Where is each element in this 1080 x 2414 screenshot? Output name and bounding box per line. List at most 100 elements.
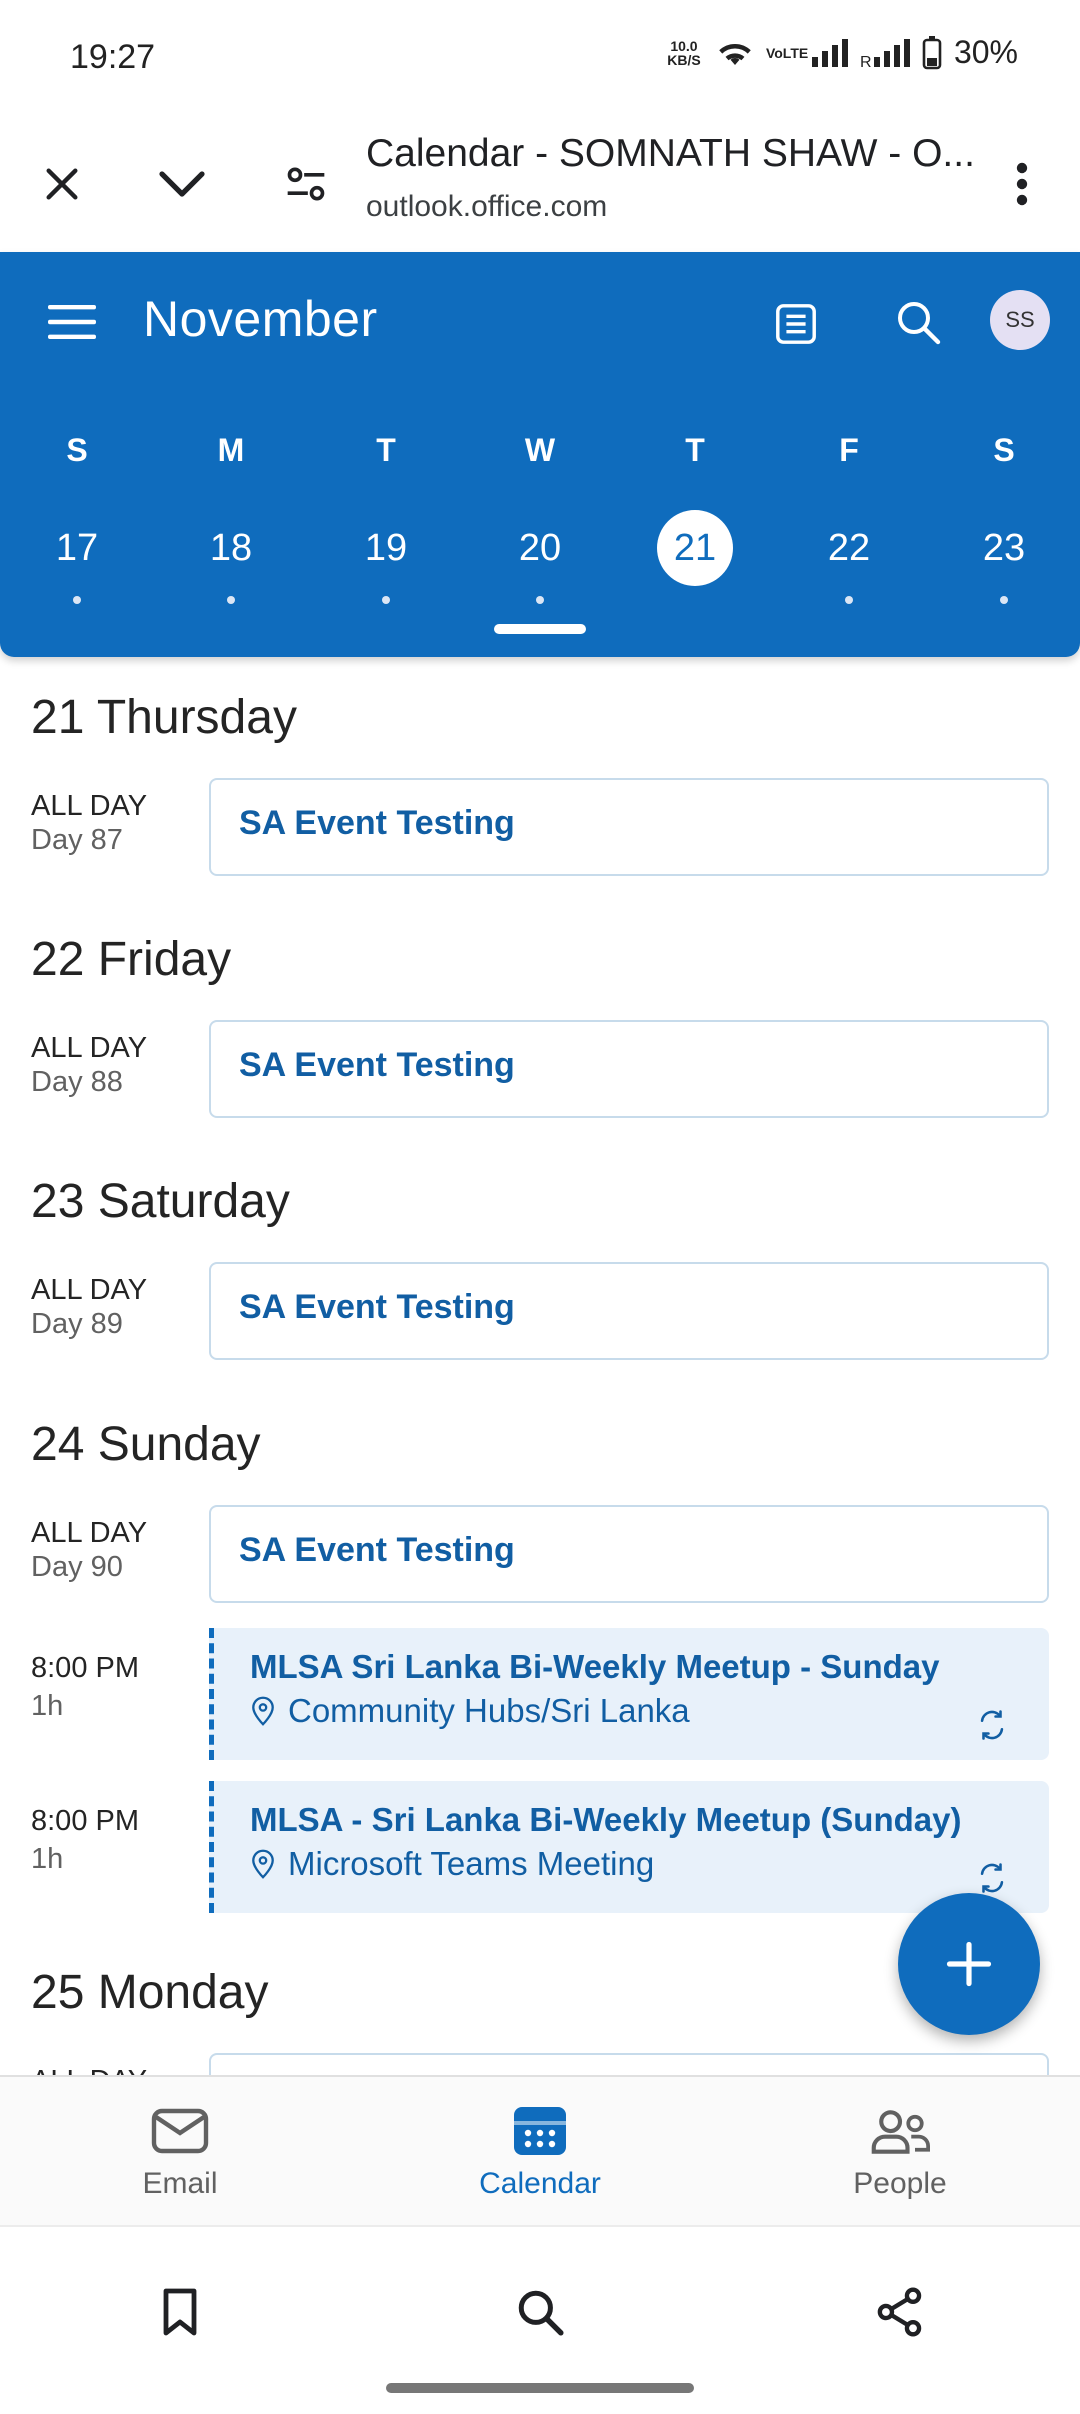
mail-icon	[151, 2108, 209, 2154]
battery-percent: 30%	[953, 34, 1018, 70]
bookmark-icon[interactable]	[145, 2277, 215, 2347]
event-card[interactable]: SA Event Testing	[209, 778, 1049, 876]
day-heading: 22 Friday	[31, 933, 232, 986]
people-icon	[871, 2110, 930, 2154]
nav-people[interactable]: People	[770, 2077, 1030, 2225]
day-heading: 23 Saturday	[31, 1175, 290, 1228]
event-card[interactable]: MLSA Sri Lanka Bi-Weekly Meetup - Sunday…	[209, 1628, 1049, 1760]
event-title: SA Event Testing	[239, 1288, 515, 1326]
event-dot	[73, 596, 81, 604]
date-number: 22	[827, 527, 871, 569]
event-card[interactable]	[209, 2053, 1049, 2075]
app-bottom-nav: Email Calendar People	[0, 2075, 1080, 2225]
date-cell[interactable]: 22	[799, 510, 899, 610]
nav-calendar-label: Calendar	[479, 2167, 601, 2200]
day-of-week: W	[524, 432, 556, 468]
tune-icon[interactable]	[274, 152, 338, 216]
event-time: 8:00 PM	[31, 1652, 139, 1684]
event-time: ALL DAY	[31, 2065, 147, 2075]
signal-icon	[811, 38, 848, 67]
date-number: 18	[209, 527, 253, 569]
event-title: SA Event Testing	[239, 1046, 515, 1084]
share-icon[interactable]	[865, 2277, 935, 2347]
event-card[interactable]: SA Event Testing	[209, 1020, 1049, 1118]
date-cell[interactable]: 19	[336, 510, 436, 610]
event-location: Microsoft Teams Meeting	[250, 1845, 654, 1883]
battery-icon	[922, 35, 942, 69]
day-of-week: F	[839, 432, 859, 468]
new-event-button[interactable]	[898, 1893, 1040, 2035]
signal-roaming-icon: R	[860, 38, 910, 67]
week-drag-handle[interactable]	[494, 624, 586, 634]
volte-badge: VoLTE	[765, 44, 809, 61]
event-card[interactable]: MLSA - Sri Lanka Bi-Weekly Meetup (Sunda…	[209, 1781, 1049, 1913]
nav-email[interactable]: Email	[50, 2077, 310, 2225]
date-number: 21	[657, 510, 733, 586]
event-title: SA Event Testing	[239, 804, 515, 842]
day-heading: 21 Thursday	[31, 691, 297, 744]
day-of-week: T	[376, 432, 396, 468]
calendar-icon	[514, 2107, 566, 2155]
page-url[interactable]: outlook.office.com	[366, 190, 607, 224]
status-time: 19:27	[70, 38, 156, 76]
event-dot	[536, 596, 544, 604]
gesture-bar[interactable]	[386, 2383, 694, 2393]
event-duration: 1h	[31, 1843, 64, 1875]
svg-text:R: R	[860, 54, 872, 67]
browser-toolbar: Calendar - SOMNATH SHAW - O... outlook.o…	[0, 110, 1080, 250]
event-time: 8:00 PM	[31, 1805, 139, 1837]
day-of-week: T	[685, 432, 705, 468]
event-dot	[227, 596, 235, 604]
day-of-week: M	[217, 432, 245, 468]
event-subtime: Day 90	[31, 1551, 123, 1583]
event-duration: 1h	[31, 1690, 64, 1722]
nav-people-label: People	[853, 2167, 947, 2200]
event-card[interactable]: SA Event Testing	[209, 1262, 1049, 1360]
event-time: ALL DAY	[31, 790, 148, 822]
hamburger-icon[interactable]	[40, 294, 104, 350]
event-title: MLSA - Sri Lanka Bi-Weekly Meetup (Sunda…	[250, 1801, 962, 1838]
event-location-text: Community Hubs/Sri Lanka	[288, 1692, 690, 1729]
search-icon[interactable]	[505, 2277, 575, 2347]
day-heading: 24 Sunday	[31, 1418, 261, 1471]
event-dot	[382, 596, 390, 604]
recurring-icon	[975, 1708, 1009, 1747]
location-pin-icon	[252, 1696, 274, 1726]
wifi-icon	[719, 43, 751, 65]
date-cell[interactable]: 18	[181, 510, 281, 610]
date-number: 20	[518, 527, 562, 569]
event-location-text: Microsoft Teams Meeting	[288, 1845, 655, 1882]
event-time: ALL DAY	[31, 1517, 148, 1549]
event-subtime: Day 89	[31, 1308, 123, 1340]
event-dot	[845, 596, 853, 604]
date-cell[interactable]: 23	[954, 510, 1054, 610]
month-title[interactable]: November	[143, 290, 378, 348]
more-vertical-icon[interactable]	[990, 152, 1054, 216]
date-number: 17	[55, 527, 99, 569]
list-view-icon[interactable]	[766, 294, 826, 354]
search-icon[interactable]	[888, 292, 948, 352]
net-speed: 10.0 KB/S	[667, 37, 701, 68]
event-subtime: Day 87	[31, 824, 123, 856]
nav-calendar[interactable]: Calendar	[410, 2077, 670, 2225]
close-icon[interactable]	[30, 152, 94, 216]
date-cell[interactable]: 17	[27, 510, 127, 610]
event-card[interactable]: SA Event Testing	[209, 1505, 1049, 1603]
agenda-list: 21 Thursday ALL DAY Day 87 SA Event Test…	[0, 660, 1080, 2075]
date-cell[interactable]: 20	[490, 510, 590, 610]
event-time: ALL DAY	[31, 1032, 148, 1064]
avatar[interactable]: SS	[990, 290, 1050, 350]
page-title: Calendar - SOMNATH SHAW - O...	[366, 132, 975, 175]
plus-icon	[946, 1941, 992, 1987]
date-number: 19	[364, 527, 408, 569]
event-subtime: Day 88	[31, 1066, 123, 1098]
chevron-down-icon[interactable]	[150, 152, 214, 216]
date-cell-selected[interactable]: 21	[645, 510, 745, 610]
nav-email-label: Email	[142, 2167, 218, 2200]
event-time: ALL DAY	[31, 1274, 148, 1306]
day-of-week: S	[66, 432, 88, 468]
day-of-week: S	[993, 432, 1015, 468]
date-number: 23	[982, 527, 1026, 569]
event-dot	[1000, 596, 1008, 604]
day-heading: 25 Monday	[31, 1966, 269, 2019]
